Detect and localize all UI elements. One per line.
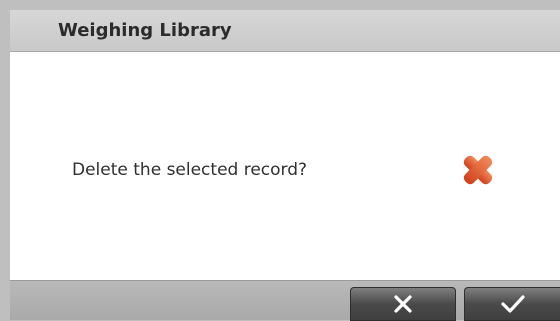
confirm-button[interactable]: [464, 287, 560, 321]
confirmation-message: Delete the selected record?: [72, 160, 308, 180]
dialog-footer: [10, 280, 560, 321]
cancel-button[interactable]: [350, 287, 456, 321]
dialog-content: Delete the selected record?: [10, 52, 560, 280]
x-icon: [392, 293, 414, 315]
dialog-window: Weighing Library Delete the selected rec…: [10, 10, 560, 321]
checkmark-icon: [500, 293, 526, 315]
delete-x-icon: [460, 152, 496, 188]
dialog-title: Weighing Library: [58, 20, 232, 41]
dialog-titlebar: Weighing Library: [10, 10, 560, 52]
